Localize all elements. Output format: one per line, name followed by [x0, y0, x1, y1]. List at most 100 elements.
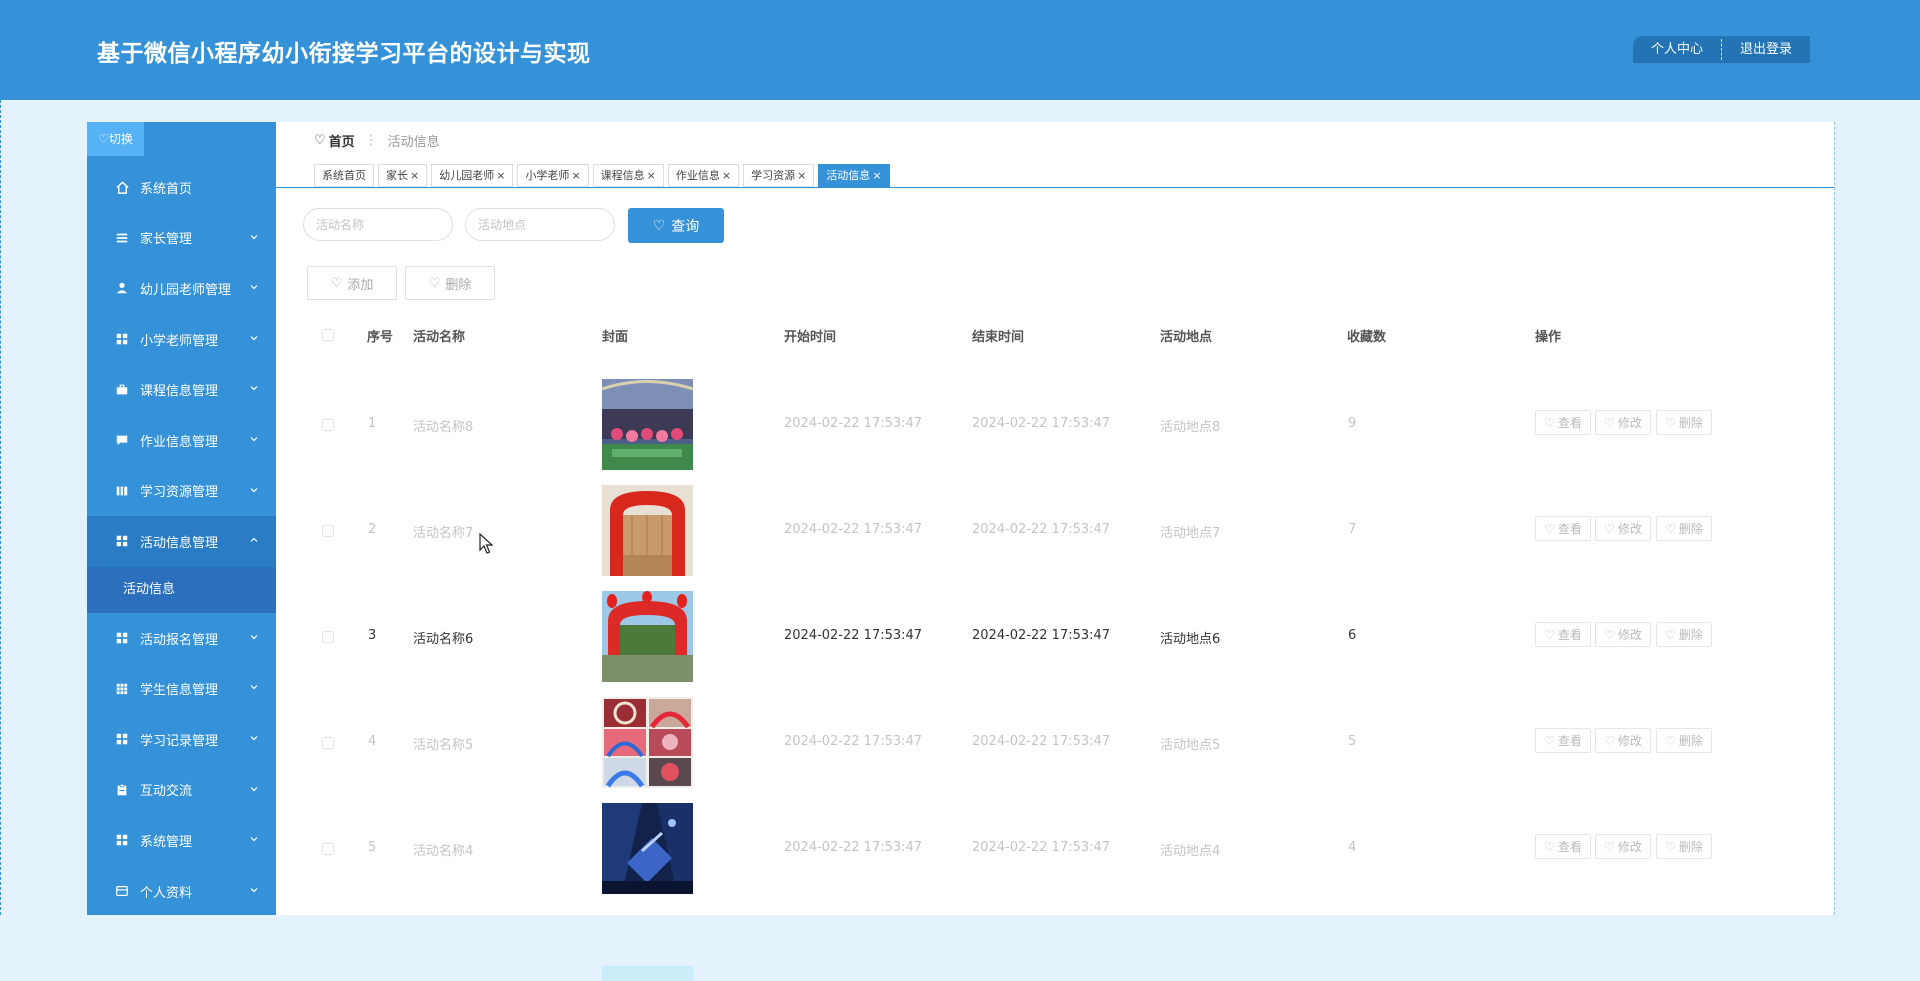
cover-image: [602, 485, 693, 576]
row-index: 1: [368, 416, 377, 431]
table-row: 2 活动名称7 2024-02-22 17:53:47 2024-02-22 1…: [276, 478, 1834, 584]
column-header: 封面: [602, 330, 629, 345]
activity-location: 活动地点5: [1160, 738, 1221, 753]
table-row: 5 活动名称4 2024-02-22 17:53:47 2024-02-22 1…: [276, 796, 1834, 902]
row-checkbox[interactable]: [322, 419, 334, 431]
column-header: 开始时间: [784, 330, 837, 345]
row-checkbox[interactable]: [322, 843, 334, 855]
table-row: 1 活动名称8 2024-02-22 17:53:47 2024-02-22 1…: [276, 372, 1834, 478]
close-icon[interactable]: ×: [410, 169, 419, 182]
row-delete-button[interactable]: ♡ 删除: [1656, 728, 1712, 753]
edit-button[interactable]: ♡ 修改: [1595, 622, 1651, 647]
grid-icon: [114, 832, 130, 848]
sidebar-toggle-button[interactable]: ♡切换: [87, 122, 144, 156]
top-header: 基于微信小程序幼小衔接学习平台的设计与实现 个人中心 退出登录: [0, 0, 1920, 100]
activity-name-input[interactable]: [303, 208, 453, 241]
tab-bar: 系统首页 家长 × 幼儿园老师 × 小学老师 × 课程信息 × 作业信息 × 学习资源 × …: [276, 164, 1834, 188]
sidebar: ♡切换 系统首页 家长管理 幼儿园老师管理 小学老师管理 课程信息管理 作业信息…: [87, 122, 276, 915]
heart-icon: ♡: [1665, 627, 1676, 642]
sidebar-item-resources[interactable]: 学习资源管理: [87, 466, 276, 517]
sidebar-item-interaction[interactable]: 互动交流: [87, 765, 276, 816]
row-index: 2: [368, 522, 377, 537]
breadcrumb-separator: ⋮: [364, 133, 378, 148]
tab-label: 幼儿园老师: [439, 169, 495, 182]
sidebar-item-home[interactable]: 系统首页: [87, 162, 276, 213]
tab-resources[interactable]: 学习资源 ×: [743, 164, 815, 187]
view-button[interactable]: ♡ 查看: [1535, 516, 1591, 541]
close-icon[interactable]: ×: [872, 169, 881, 182]
sidebar-item-students[interactable]: 学生信息管理: [87, 663, 276, 714]
breadcrumb-home[interactable]: ♡ 首页: [314, 131, 355, 150]
logout-button[interactable]: 退出登录: [1722, 36, 1810, 63]
chevron-down-icon: [250, 335, 258, 341]
tab-activities[interactable]: 活动信息 ×: [818, 164, 890, 187]
sidebar-item-system[interactable]: 系统管理: [87, 815, 276, 866]
column-header: 操作: [1535, 330, 1562, 345]
table-header: 序号 活动名称 封面 开始时间 结束时间 活动地点 收藏数 操作: [276, 320, 1834, 350]
main-panel: ♡ 查询 ♡添加 ♡删除 序号 活动名称 封面 开始时间 结束时间 活动地点 收藏…: [276, 188, 1834, 981]
row-checkbox[interactable]: [322, 631, 334, 643]
view-label: 查看: [1557, 416, 1582, 430]
edit-button[interactable]: ♡ 修改: [1595, 728, 1651, 753]
breadcrumb-home-label: 首页: [328, 135, 355, 150]
tab-homework[interactable]: 作业信息 ×: [667, 164, 740, 187]
sidebar-item-profile[interactable]: 个人资料: [87, 866, 276, 917]
submenu-item-activity-info[interactable]: 活动信息: [87, 566, 276, 613]
delete-button[interactable]: ♡ 删除: [405, 266, 495, 300]
sidebar-item-primary-teachers[interactable]: 小学老师管理: [87, 314, 276, 365]
close-icon[interactable]: ×: [496, 169, 505, 182]
query-button[interactable]: ♡ 查询: [628, 208, 724, 243]
tab-courses[interactable]: 课程信息 ×: [592, 164, 664, 187]
tab-parents[interactable]: 家长 ×: [378, 164, 428, 187]
view-button[interactable]: ♡ 查看: [1535, 728, 1591, 753]
favorites-count: 4: [1348, 840, 1357, 855]
heart-icon: ♡: [1544, 627, 1555, 642]
column-header: 序号: [367, 330, 394, 345]
row-delete-button[interactable]: ♡ 删除: [1656, 834, 1712, 859]
close-icon[interactable]: ×: [722, 169, 731, 182]
row-checkbox[interactable]: [322, 525, 334, 537]
tab-home[interactable]: 系统首页: [314, 164, 374, 187]
favorites-count: 6: [1348, 628, 1357, 643]
close-icon[interactable]: ×: [571, 169, 580, 182]
select-all-checkbox[interactable]: [322, 329, 334, 341]
end-time: 2024-02-22 17:53:47: [972, 416, 1111, 431]
chevron-down-icon: [250, 634, 258, 640]
tab-kindergarten-teachers[interactable]: 幼儿园老师 ×: [431, 164, 514, 187]
row-delete-button[interactable]: ♡ 删除: [1656, 622, 1712, 647]
view-button[interactable]: ♡ 查看: [1535, 834, 1591, 859]
card-icon: [114, 883, 130, 899]
row-checkbox[interactable]: [322, 737, 334, 749]
sidebar-item-homework[interactable]: 作业信息管理: [87, 415, 276, 466]
sidebar-item-activities[interactable]: 活动信息管理: [87, 516, 276, 567]
heart-icon: ♡: [1544, 733, 1555, 748]
heart-icon: ♡: [314, 133, 326, 148]
chevron-down-icon: [250, 234, 258, 239]
activity-location-input[interactable]: [465, 208, 615, 241]
row-delete-button[interactable]: ♡ 删除: [1656, 410, 1712, 435]
sidebar-item-kindergarten-teachers[interactable]: 幼儿园老师管理: [87, 263, 276, 314]
query-button-label: 查询: [671, 217, 700, 234]
profile-center-button[interactable]: 个人中心: [1633, 36, 1721, 63]
sidebar-item-study-records[interactable]: 学习记录管理: [87, 714, 276, 765]
cover-image: [602, 379, 693, 470]
activity-name: 活动名称4: [413, 844, 474, 859]
view-label: 查看: [1557, 628, 1582, 642]
sidebar-item-parents[interactable]: 家长管理: [87, 213, 276, 264]
column-header: 结束时间: [972, 330, 1025, 345]
row-delete-button[interactable]: ♡ 删除: [1656, 516, 1712, 541]
heart-icon: ♡: [652, 217, 666, 233]
close-icon[interactable]: ×: [647, 169, 656, 182]
activity-location: 活动地点7: [1160, 526, 1221, 541]
sidebar-item-registrations[interactable]: 活动报名管理: [87, 613, 276, 664]
sidebar-item-courses[interactable]: 课程信息管理: [87, 364, 276, 415]
view-button[interactable]: ♡ 查看: [1535, 622, 1591, 647]
next-cover-image-peek: [602, 966, 693, 981]
edit-button[interactable]: ♡ 修改: [1595, 516, 1651, 541]
edit-button[interactable]: ♡ 修改: [1595, 410, 1651, 435]
add-button[interactable]: ♡ 添加: [307, 266, 397, 300]
tab-primary-teachers[interactable]: 小学老师 ×: [517, 164, 589, 187]
close-icon[interactable]: ×: [797, 169, 806, 182]
edit-button[interactable]: ♡ 修改: [1595, 834, 1651, 859]
view-button[interactable]: ♡ 查看: [1535, 410, 1591, 435]
